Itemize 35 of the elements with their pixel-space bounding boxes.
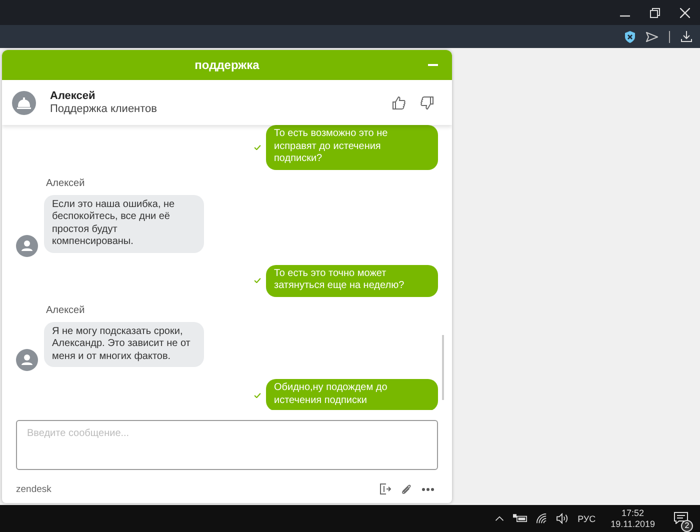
shield-icon[interactable]	[625, 30, 635, 42]
sent-message: То есть возможно это не исправят до истечения подписки?	[266, 125, 438, 170]
battery-icon[interactable]	[512, 514, 527, 523]
user-avatar-icon	[16, 234, 38, 256]
agent-role: Поддержка клиентов	[50, 103, 158, 115]
paperclip-icon[interactable]	[401, 484, 412, 494]
agent-name: Алексей	[50, 90, 96, 102]
received-message: Я не могу подсказать сроки, Александр. Это зависит не от меня и от многих фактов.	[44, 322, 204, 367]
bell-icon	[12, 90, 36, 114]
close-icon[interactable]	[680, 8, 690, 18]
author-name: Алексей	[46, 178, 86, 188]
sent-message: То есть это точно может затянуться еще на неделю?	[266, 264, 438, 296]
restore-icon[interactable]	[650, 8, 660, 18]
clock-date[interactable]: 19.11.2019	[610, 519, 655, 529]
thumbs-up-icon[interactable]	[392, 96, 406, 110]
exit-icon[interactable]	[379, 483, 391, 495]
brand-label: zendesk	[16, 484, 52, 494]
chat-title: поддержка	[194, 58, 260, 72]
user-avatar-icon	[16, 349, 38, 371]
notification-badge: 2	[681, 520, 693, 532]
message-input[interactable]: Введите сообщение...	[16, 420, 438, 470]
thumbs-down-icon[interactable]	[420, 96, 434, 110]
more-icon[interactable]	[422, 488, 434, 490]
scrollbar[interactable]	[442, 335, 444, 400]
download-icon[interactable]	[681, 31, 692, 42]
sent-message: Обидно,ну подождем до истечения подписки	[266, 379, 438, 410]
author-name: Алексей	[46, 304, 86, 316]
send-icon[interactable]	[646, 32, 658, 42]
speaker-icon[interactable]	[556, 513, 569, 524]
received-message: Если это наша ошибка, не беспокойтесь, все дни её простоя будут компенсированы.	[44, 194, 204, 252]
notification-icon[interactable]	[674, 512, 688, 524]
wifi-icon[interactable]	[536, 513, 547, 524]
language-indicator[interactable]: РУС	[578, 514, 596, 524]
chevron-up-icon[interactable]	[494, 516, 504, 521]
clock-time[interactable]: 17:52	[622, 508, 644, 518]
